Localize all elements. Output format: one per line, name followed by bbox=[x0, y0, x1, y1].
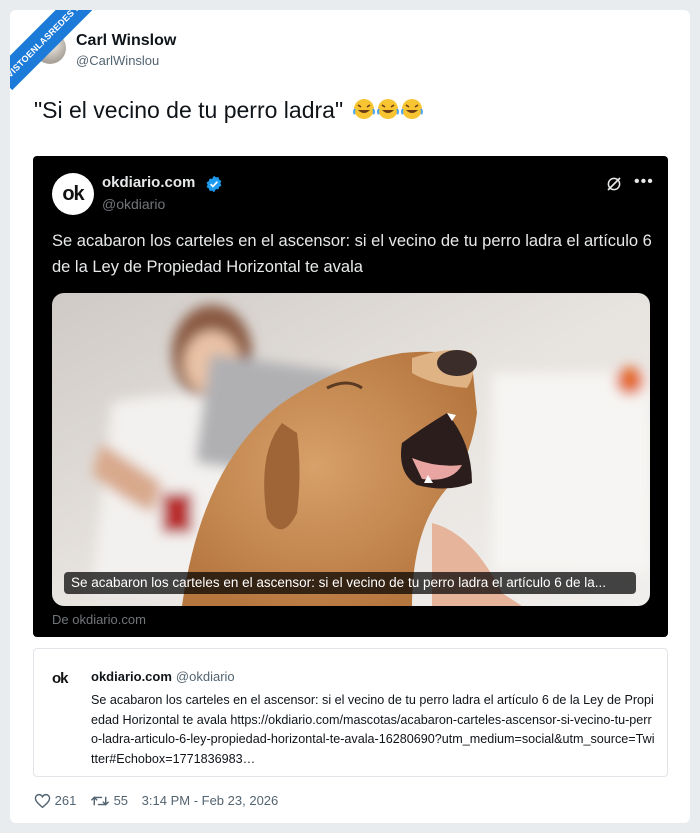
quoted-author-handle[interactable]: @okdiario bbox=[176, 669, 235, 684]
source-link[interactable]: De okdiario.com bbox=[52, 612, 146, 627]
dog-barking-photo bbox=[52, 293, 650, 606]
like-count[interactable]: 261 bbox=[55, 793, 77, 808]
embedded-post[interactable]: ok okdiario.com @okdiario ••• Se acabaro… bbox=[33, 156, 668, 637]
tweet-footer: 261 55 3:14 PM - Feb 23, 2026 bbox=[34, 792, 278, 812]
tweet-text-body: "Si el vecino de tu perro ladra" bbox=[34, 97, 344, 124]
okdiario-logo[interactable]: ok bbox=[52, 173, 94, 215]
article-image[interactable]: Se acabaron los carteles en el ascensor:… bbox=[52, 293, 650, 606]
heart-icon[interactable] bbox=[34, 793, 51, 809]
quoted-post[interactable]: ok okdiario.com @okdiario Se acabaron los… bbox=[33, 648, 668, 777]
retweet-icon[interactable] bbox=[90, 793, 110, 809]
timestamp[interactable]: 3:14 PM - Feb 23, 2026 bbox=[142, 793, 279, 808]
media-caption: Se acabaron los carteles en el ascensor:… bbox=[64, 572, 636, 594]
embedded-author-handle[interactable]: @okdiario bbox=[102, 196, 165, 212]
verified-badge-icon bbox=[206, 175, 222, 193]
laughing-emoji-icon bbox=[352, 97, 424, 127]
quoted-post-text: Se acabaron los carteles en el ascensor:… bbox=[91, 693, 655, 766]
embedded-author-name[interactable]: okdiario.com bbox=[102, 174, 195, 191]
quoted-author[interactable]: okdiario.com @okdiario bbox=[91, 669, 235, 684]
retweet-count[interactable]: 55 bbox=[114, 793, 128, 808]
tweet-card: VISTOENLASREDES .com Carl Winslow @CarlW… bbox=[10, 10, 690, 823]
embedded-post-text: Se acabaron los carteles en el ascensor:… bbox=[52, 232, 652, 276]
grok-icon[interactable] bbox=[605, 175, 623, 193]
tweet-text: "Si el vecino de tu perro ladra" bbox=[34, 97, 424, 127]
okdiario-small-logo[interactable]: ok bbox=[52, 670, 74, 687]
author-handle[interactable]: @CarlWinslou bbox=[76, 53, 159, 68]
author-name[interactable]: Carl Winslow bbox=[76, 32, 176, 50]
quoted-author-name[interactable]: okdiario.com bbox=[91, 669, 172, 684]
more-options-icon[interactable]: ••• bbox=[634, 173, 654, 191]
